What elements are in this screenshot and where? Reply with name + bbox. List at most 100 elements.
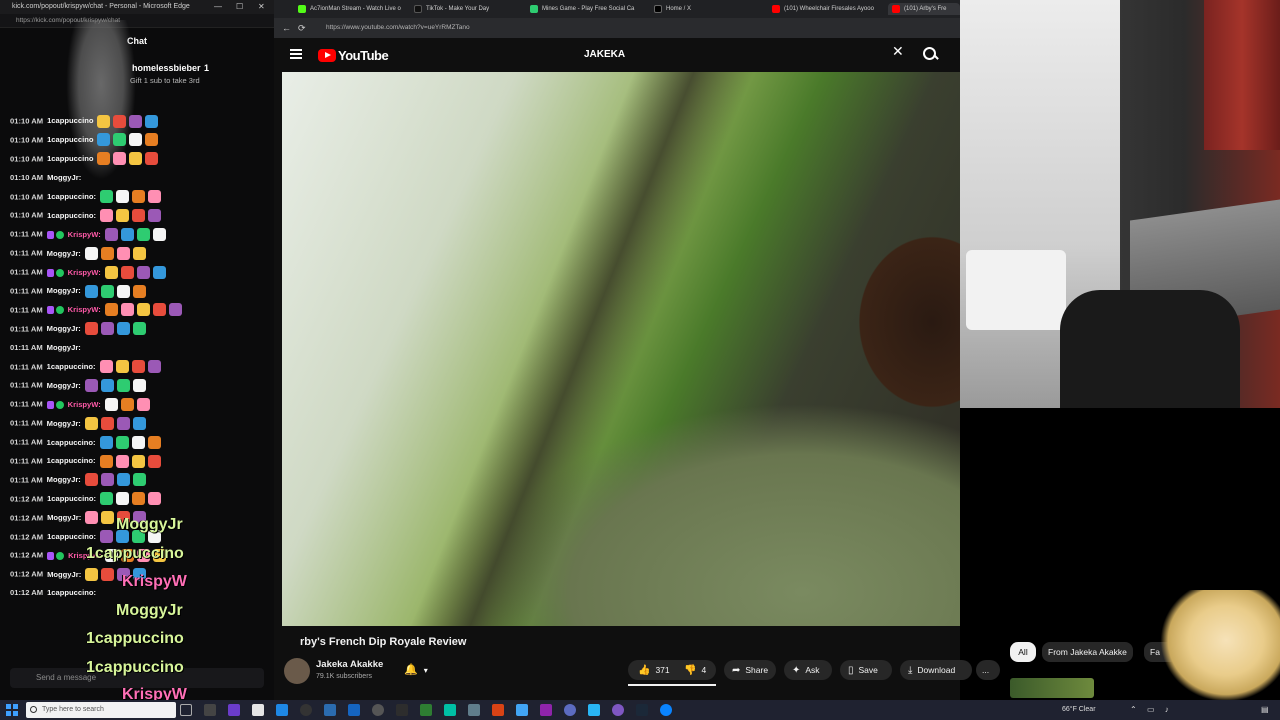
app-icon[interactable] — [420, 704, 432, 716]
share-button[interactable]: ➦ Share — [724, 660, 776, 680]
notification-bell-button[interactable]: 🔔 ▾ — [404, 660, 440, 680]
app-icon[interactable] — [588, 704, 600, 716]
emote-icon — [100, 246, 114, 260]
chat-username[interactable]: 1cappuccino: — [47, 456, 96, 465]
channel-name[interactable]: Jakeka Akakke — [316, 659, 383, 670]
save-button[interactable]: ▯ Save — [840, 660, 892, 680]
maximize-icon[interactable]: ☐ — [236, 0, 243, 14]
app-icon[interactable] — [276, 704, 288, 716]
app-icon[interactable] — [396, 704, 408, 716]
app-icon[interactable] — [228, 704, 240, 716]
chip-from-channel[interactable]: From Jakeka Akakke — [1042, 642, 1133, 662]
app-icon[interactable] — [564, 704, 576, 716]
chat-username[interactable]: 1cappuccino: — [47, 588, 96, 597]
chat-username[interactable]: 1cappuccino: — [47, 211, 96, 220]
chat-username[interactable]: 1cappuccino — [47, 154, 93, 163]
chrome-icon[interactable] — [300, 704, 312, 716]
chat-address-bar[interactable]: https://kick.com/popout/krispyw/chat — [0, 14, 274, 28]
chat-username[interactable]: MoggyJr: — [47, 513, 81, 522]
pinned-subtitle: Gift 1 sub to take 3rd — [130, 76, 200, 85]
tab-kick[interactable]: Ac7ionMan Stream - Watch Live o — [294, 3, 406, 15]
chat-username[interactable]: 1cappuccino: — [47, 362, 96, 371]
chat-username[interactable]: KrispyW: — [68, 268, 101, 277]
chat-username[interactable]: MoggyJr: — [47, 570, 81, 579]
car-pillar — [410, 72, 754, 626]
chat-message: 01:10 AM 1cappuccino: — [0, 206, 274, 225]
share-icon: ➦ — [732, 665, 741, 676]
like-ratio-bar — [628, 684, 716, 686]
tiktok-icon — [414, 5, 422, 13]
app-icon[interactable] — [324, 704, 336, 716]
tab-x[interactable]: Home / X — [650, 3, 760, 15]
chat-username[interactable]: MoggyJr: — [47, 173, 81, 182]
chat-username[interactable]: MoggyJr: — [47, 381, 81, 390]
app-icon[interactable] — [204, 704, 216, 716]
app-icon[interactable] — [252, 704, 264, 716]
chat-username[interactable]: MoggyJr: — [47, 475, 81, 484]
refresh-icon[interactable]: ⟳ — [298, 18, 306, 38]
emote-icon — [104, 227, 118, 241]
chat-username[interactable]: MoggyJr: — [47, 343, 81, 352]
taskbar-weather[interactable]: 66°F Clear — [1062, 700, 1096, 720]
app-icon[interactable] — [468, 704, 480, 716]
chat-username[interactable]: 1cappuccino: — [47, 532, 96, 541]
tab-youtube-wheelchair[interactable]: (101) Wheelchair Firesales Ayooo — [768, 3, 880, 15]
chat-username[interactable]: MoggyJr: — [47, 286, 81, 295]
chat-username[interactable]: 1cappuccino: — [47, 192, 96, 201]
related-video-thumbnail[interactable] — [1010, 678, 1094, 698]
chat-username[interactable]: KrispyW: — [68, 305, 101, 314]
chip-all[interactable]: All — [1010, 642, 1036, 662]
tab-youtube-arbys[interactable]: (101) Arby's Fre — [888, 3, 960, 15]
like-dislike-button[interactable]: 👍 371 👎 4 — [628, 660, 716, 680]
channel-avatar[interactable] — [284, 658, 310, 684]
search-icon[interactable] — [922, 46, 938, 62]
video-player[interactable] — [282, 72, 960, 626]
app-icon[interactable] — [492, 704, 504, 716]
chat-username[interactable]: MoggyJr: — [47, 249, 81, 258]
download-button[interactable]: ⤓ Download — [900, 660, 972, 680]
more-actions-button[interactable]: ... — [976, 660, 1000, 680]
chat-timestamp: 01:11 AM — [10, 229, 43, 239]
youtube-logo[interactable]: YouTube — [318, 47, 389, 63]
emote-group — [99, 433, 164, 452]
tab-mines[interactable]: Mines Game - Play Free Social Ca — [526, 3, 638, 15]
clear-search-icon[interactable]: ✕ — [892, 43, 904, 60]
chat-username[interactable]: 1cappuccino: — [47, 494, 96, 503]
ask-button[interactable]: ✦ Ask — [784, 660, 832, 680]
app-icon[interactable] — [540, 704, 552, 716]
app-icon[interactable] — [444, 704, 456, 716]
youtube-search-input[interactable]: JAKEKA — [576, 44, 912, 66]
taskbar-search-input[interactable]: Type here to search — [26, 702, 176, 718]
address-bar[interactable]: ← ⟳ https://www.youtube.com/watch?v=ueYr… — [274, 18, 960, 38]
minimize-icon[interactable]: — — [214, 0, 222, 14]
chat-username[interactable]: KrispyW: — [68, 400, 101, 409]
chat-username[interactable]: 1cappuccino — [47, 135, 93, 144]
edge-icon[interactable] — [660, 704, 672, 716]
app-icon[interactable] — [348, 704, 360, 716]
back-icon[interactable]: ← — [282, 18, 291, 38]
system-tray[interactable]: ⌃ ▭ ♪ ▤ — [1130, 700, 1269, 720]
chat-username[interactable]: KrispyW: — [68, 230, 101, 239]
youtube-logo-text: YouTube — [338, 47, 389, 63]
tab-label: TikTok - Make Your Day — [426, 6, 490, 12]
emote-icon — [100, 378, 114, 392]
chat-username[interactable]: 1cappuccino: — [47, 438, 96, 447]
tab-tiktok[interactable]: TikTok - Make Your Day — [410, 3, 522, 15]
chat-username[interactable]: 1cappuccino — [47, 116, 93, 125]
chat-username[interactable]: MoggyJr: — [47, 324, 81, 333]
hamburger-menu-icon[interactable] — [290, 49, 302, 59]
chat-message: 01:11 AM KrispyW: — [0, 301, 274, 320]
chat-username[interactable]: MoggyJr: — [47, 419, 81, 428]
steam-icon[interactable] — [636, 704, 648, 716]
share-label: Share — [745, 665, 769, 675]
close-icon[interactable]: ✕ — [258, 0, 265, 14]
emote-icon — [101, 567, 115, 581]
pinned-gift-banner[interactable]: homelessbieber 1 Gift 1 sub to take 3rd — [56, 60, 266, 94]
task-view-icon[interactable] — [180, 704, 192, 716]
app-icon[interactable] — [372, 704, 384, 716]
emote-icon — [116, 322, 130, 336]
app-icon[interactable] — [516, 704, 528, 716]
emote-icon — [132, 416, 146, 430]
windows-start-icon[interactable] — [6, 704, 18, 716]
app-icon[interactable] — [612, 704, 624, 716]
